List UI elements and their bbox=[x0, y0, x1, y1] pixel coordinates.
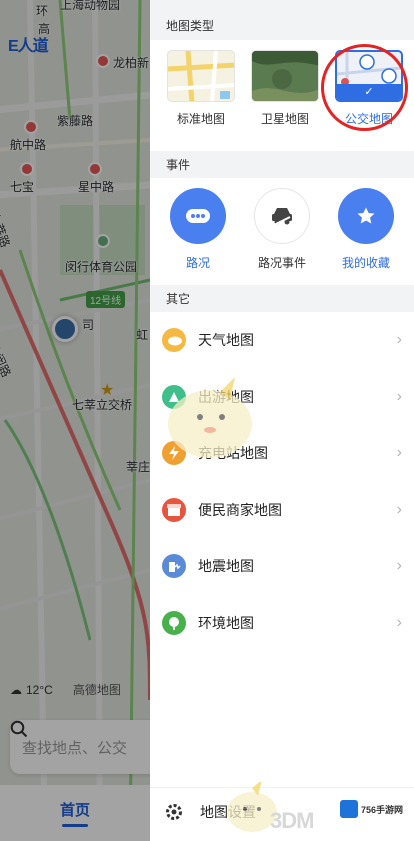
traffic-event-icon bbox=[254, 188, 310, 244]
highlight-circle bbox=[321, 44, 408, 131]
other-item-label: 天气地图 bbox=[198, 332, 254, 349]
environment-icon bbox=[162, 610, 186, 635]
chevron-right-icon: › bbox=[396, 444, 402, 462]
event-traffic[interactable]: 路况 bbox=[164, 188, 232, 285]
map-type-header: 地图类型 bbox=[150, 0, 414, 40]
map-type-label: 标准地图 bbox=[176, 112, 225, 126]
star-icon bbox=[338, 188, 394, 244]
chevron-right-icon: › bbox=[396, 613, 402, 631]
events-list: 路况 路况事件 我的收藏 bbox=[150, 178, 414, 285]
map-type-standard[interactable]: 标准地图 bbox=[166, 50, 236, 151]
other-item-label: 环境地图 bbox=[198, 614, 254, 631]
watermark-3dm: 3DM bbox=[270, 808, 314, 833]
map-type-label: 卫星地图 bbox=[260, 112, 309, 126]
event-label: 我的收藏 bbox=[341, 256, 390, 270]
chevron-right-icon: › bbox=[396, 387, 402, 405]
earthquake-icon bbox=[162, 554, 186, 579]
shop-icon bbox=[162, 497, 186, 522]
other-item-environment[interactable]: 环境地图 › bbox=[150, 595, 414, 652]
site-logo-icon bbox=[340, 800, 358, 818]
watermark-logo: 756手游网 bbox=[340, 800, 403, 818]
other-item-label: 便民商家地图 bbox=[198, 501, 282, 518]
chevron-right-icon: › bbox=[396, 500, 402, 518]
weather-icon bbox=[162, 328, 186, 353]
satellite-map-thumbnail bbox=[251, 50, 319, 102]
mascot-watermark bbox=[168, 377, 252, 458]
event-label: 路况 bbox=[185, 256, 210, 270]
chevron-right-icon: › bbox=[396, 331, 402, 349]
gear-icon bbox=[166, 803, 182, 820]
other-item-shops[interactable]: 便民商家地图 › bbox=[150, 482, 414, 539]
other-item-weather[interactable]: 天气地图 › bbox=[150, 312, 414, 369]
other-item-earthquake[interactable]: 地震地图 › bbox=[150, 538, 414, 595]
traffic-icon bbox=[170, 188, 226, 244]
other-item-label: 地震地图 bbox=[198, 558, 254, 575]
standard-map-thumbnail bbox=[167, 50, 235, 102]
events-header: 事件 bbox=[150, 151, 414, 178]
other-map-list: 天气地图 › 出游地图 › 充电站地图 › 便民商家地图 › bbox=[150, 312, 414, 651]
event-label: 路况事件 bbox=[257, 256, 306, 270]
event-traffic-incident[interactable]: 路况事件 bbox=[248, 188, 316, 285]
event-favorites[interactable]: 我的收藏 bbox=[332, 188, 400, 285]
map-type-satellite[interactable]: 卫星地图 bbox=[250, 50, 320, 151]
chevron-right-icon: › bbox=[396, 557, 402, 575]
watermark-site: 756手游网 bbox=[361, 804, 404, 815]
other-header: 其它 bbox=[150, 285, 414, 312]
